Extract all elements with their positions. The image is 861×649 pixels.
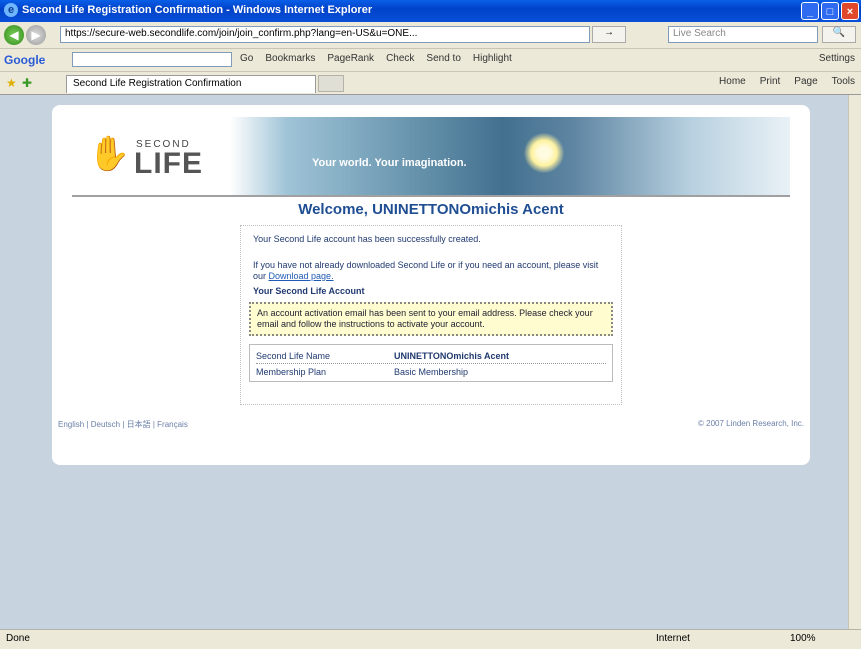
command-bar: Home Print Page Tools	[719, 76, 855, 87]
home-button[interactable]: Home	[719, 76, 746, 87]
window-title: Second Life Registration Confirmation - …	[22, 4, 373, 16]
close-button[interactable]: ×	[841, 2, 859, 20]
tools-menu[interactable]: Tools	[832, 76, 855, 87]
logo-life-text: LIFE	[134, 147, 203, 180]
hand-logo-icon: ✋	[88, 135, 131, 173]
zoom-level[interactable]: 100%	[790, 633, 816, 644]
header-banner: ✋ SECOND LIFE Your world. Your imaginati…	[72, 117, 790, 197]
ie-logo-icon: e	[4, 3, 18, 17]
favorites-star-icon[interactable]: ★	[6, 76, 17, 90]
activation-notice: An account activation email has been sen…	[249, 302, 613, 336]
download-text: If you have not already downloaded Secon…	[253, 260, 613, 282]
google-toolbar-items: Go Bookmarks PageRank Check Send to High…	[240, 53, 512, 64]
sun-graphic	[524, 133, 564, 173]
content-panel: ✋ SECOND LIFE Your world. Your imaginati…	[52, 105, 810, 465]
tab-bar: ★ ✚ Second Life Registration Confirmatio…	[0, 72, 861, 95]
forward-button[interactable]: ▶	[26, 25, 46, 45]
tab-registration[interactable]: Second Life Registration Confirmation	[66, 75, 316, 93]
security-zone: Internet	[656, 633, 690, 644]
google-settings-button[interactable]: Settings	[819, 53, 855, 64]
google-search-input[interactable]	[72, 52, 232, 67]
google-item-highlight[interactable]: Highlight	[473, 53, 512, 64]
window-controls: _ □ ×	[801, 2, 859, 20]
tagline: Your world. Your imagination.	[312, 157, 467, 169]
status-text: Done	[6, 633, 30, 644]
page-viewport: ✋ SECOND LIFE Your world. Your imaginati…	[0, 95, 848, 629]
google-toolbar: Google Go Bookmarks PageRank Check Send …	[0, 49, 861, 72]
row-key: Membership Plan	[256, 367, 327, 377]
account-header: Your Second Life Account	[253, 286, 365, 296]
search-input[interactable]: Live Search	[668, 26, 818, 43]
google-item-pagerank[interactable]: PageRank	[327, 53, 374, 64]
confirmation-box: Your Second Life account has been succes…	[240, 225, 622, 405]
add-favorite-icon[interactable]: ✚	[22, 76, 32, 90]
print-button[interactable]: Print	[760, 76, 781, 87]
go-button[interactable]: →	[592, 26, 626, 43]
status-bar: Done Internet 100%	[0, 629, 861, 649]
vertical-scrollbar[interactable]	[848, 95, 861, 629]
copyright-link[interactable]: © 2007 Linden Research, Inc.	[698, 419, 804, 428]
download-link[interactable]: Download page.	[269, 271, 334, 281]
google-item-bookmarks[interactable]: Bookmarks	[265, 53, 315, 64]
new-tab-button[interactable]	[318, 75, 344, 92]
google-item-check[interactable]: Check	[386, 53, 414, 64]
account-table: Second Life Name UNINETTONOmichis Acent …	[249, 344, 613, 382]
search-button[interactable]: 🔍	[822, 26, 856, 43]
page-menu[interactable]: Page	[794, 76, 817, 87]
window-title-bar: e Second Life Registration Confirmation …	[0, 0, 861, 22]
row-value: Basic Membership	[394, 367, 469, 377]
maximize-button[interactable]: □	[821, 2, 839, 20]
address-input[interactable]: https://secure-web.secondlife.com/join/j…	[60, 26, 590, 43]
welcome-heading: Welcome, UNINETTONOmichis Acent	[298, 201, 564, 218]
back-button[interactable]: ◀	[4, 25, 24, 45]
google-item-go[interactable]: Go	[240, 53, 253, 64]
google-logo: Google	[4, 53, 46, 67]
address-toolbar: ◀ ▶ https://secure-web.secondlife.com/jo…	[0, 22, 861, 49]
minimize-button[interactable]: _	[801, 2, 819, 20]
row-key: Second Life Name	[256, 351, 331, 361]
account-created-text: Your Second Life account has been succes…	[253, 234, 481, 244]
google-item-send[interactable]: Send to	[426, 53, 460, 64]
table-row: Second Life Name UNINETTONOmichis Acent	[256, 349, 606, 364]
row-value: UNINETTONOmichis Acent	[394, 351, 510, 361]
language-links[interactable]: English | Deutsch | 日本語 | Français	[58, 419, 188, 430]
table-row: Membership Plan Basic Membership	[256, 365, 606, 379]
